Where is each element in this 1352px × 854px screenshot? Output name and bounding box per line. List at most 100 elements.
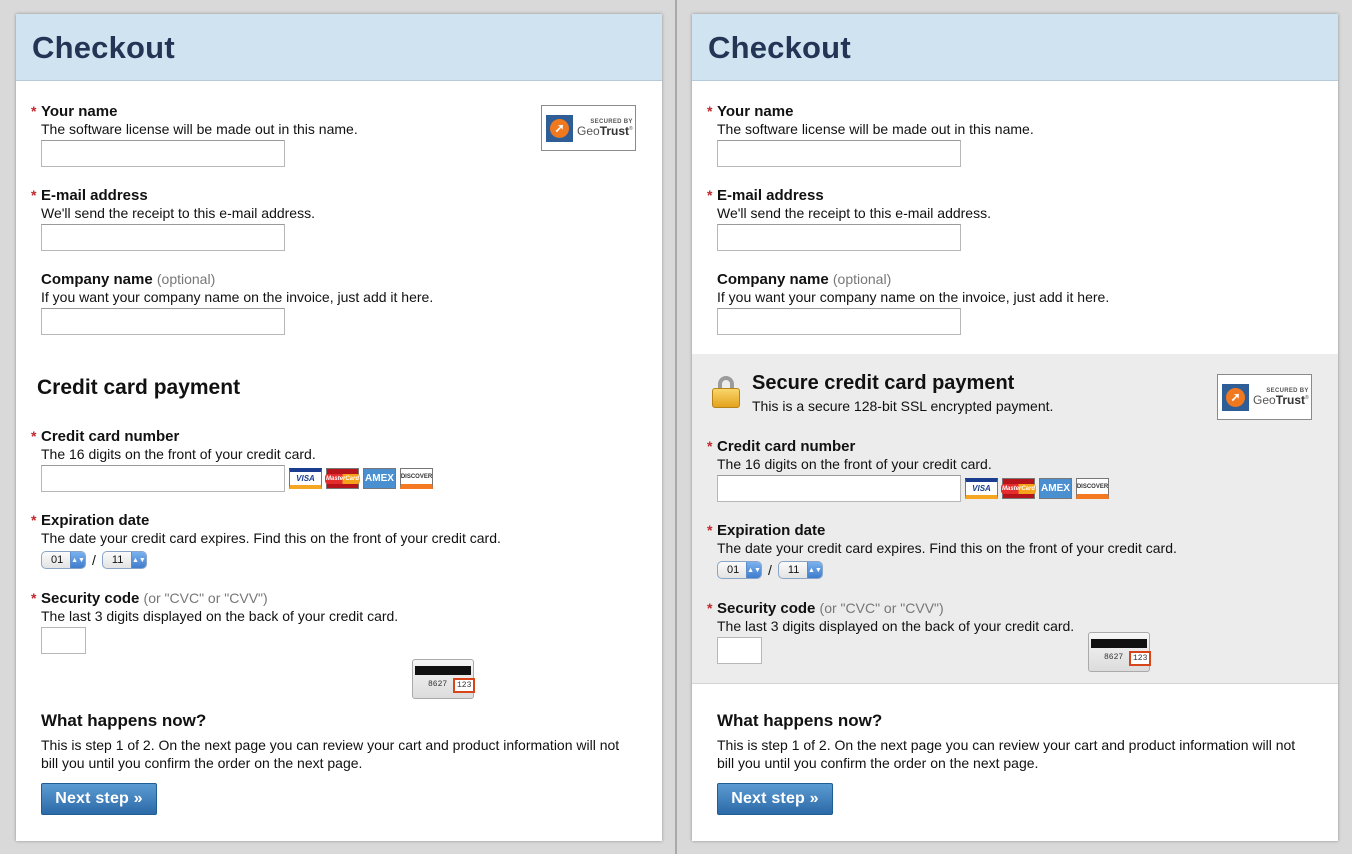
what-happens-section: What happens now? This is step 1 of 2. O…	[717, 711, 1297, 772]
geotrust-badge[interactable]: ➚ SECURED BY GeoTrust®	[541, 105, 636, 151]
select-arrows-icon: ▲▼	[130, 552, 146, 568]
visa-icon: VISA	[965, 478, 998, 499]
company-help: If you want your company name on the inv…	[41, 289, 434, 305]
select-arrows-icon: ▲▼	[746, 562, 761, 578]
date-separator: /	[768, 562, 772, 578]
expiration-field-group: * Expiration date The date your credit c…	[707, 522, 1177, 579]
mastercard-icon: MasterCard	[325, 468, 361, 489]
company-input[interactable]	[717, 308, 961, 335]
email-help: We'll send the receipt to this e-mail ad…	[41, 205, 315, 221]
what-happens-title: What happens now?	[717, 711, 883, 730]
amex-icon: AMEX	[1039, 478, 1072, 499]
name-help: The software license will be made out in…	[41, 121, 358, 137]
payment-section-title: Secure credit card payment	[752, 372, 1015, 394]
checkout-panel-improved: Checkout * Your name The software licens…	[692, 14, 1338, 841]
security-code-input[interactable]	[41, 627, 86, 654]
page-title: Checkout	[32, 30, 175, 65]
required-marker: *	[31, 512, 37, 528]
required-marker: *	[31, 428, 37, 444]
email-field-group: * E-mail address We'll send the receipt …	[31, 187, 315, 251]
required-marker: *	[31, 103, 37, 119]
expiration-month-select[interactable]: 01 ▲▼	[717, 561, 762, 579]
mastercard-icon: MasterCard	[1001, 478, 1037, 499]
geotrust-logo-icon: ➚	[546, 114, 573, 142]
what-happens-text: This is step 1 of 2. On the next page yo…	[41, 737, 620, 771]
email-input[interactable]	[717, 224, 961, 251]
name-label: Your name	[41, 103, 118, 120]
expiration-month-select[interactable]: 01 ▲▼	[41, 551, 86, 569]
what-happens-section: What happens now? This is step 1 of 2. O…	[41, 711, 621, 772]
select-arrows-icon: ▲▼	[70, 552, 85, 568]
payment-section-title: Credit card payment	[37, 376, 241, 399]
name-input[interactable]	[41, 140, 285, 167]
card-number-help: The 16 digits on the front of your credi…	[717, 456, 992, 472]
checkout-header: Checkout	[16, 14, 662, 81]
padlock-icon	[712, 376, 740, 408]
card-number-label: Credit card number	[717, 438, 856, 455]
security-label: Security code	[41, 590, 140, 607]
name-help: The software license will be made out in…	[717, 121, 1034, 137]
card-back-illustration-icon: 8627 123	[412, 659, 476, 699]
required-marker: *	[31, 187, 37, 203]
email-input[interactable]	[41, 224, 285, 251]
next-step-button[interactable]: Next step »	[41, 783, 157, 815]
email-help: We'll send the receipt to this e-mail ad…	[717, 205, 991, 221]
security-help: The last 3 digits displayed on the back …	[41, 608, 399, 624]
card-number-label: Credit card number	[41, 428, 180, 445]
badge-brand: GeoTrust®	[1253, 393, 1309, 407]
card-number-field-group: * Credit card number The 16 digits on th…	[707, 438, 1109, 502]
security-optional: (or "CVC" or "CVV")	[143, 590, 268, 606]
card-back-number: 8627	[1104, 653, 1124, 662]
company-optional: (optional)	[156, 271, 216, 287]
discover-icon: DISCOVER	[400, 468, 433, 489]
checkout-header: Checkout	[692, 14, 1338, 81]
email-field-group: * E-mail address We'll send the receipt …	[707, 187, 991, 251]
name-label: Your name	[717, 103, 794, 120]
expiration-field-group: * Expiration date The date your credit c…	[31, 512, 501, 569]
date-separator: /	[92, 552, 96, 568]
card-brand-logos: VISA MasterCard AMEX DISCOVER	[965, 478, 1109, 499]
card-brand-logos: VISA MasterCard AMEX DISCOVER	[289, 468, 433, 489]
security-help: The last 3 digits displayed on the back …	[717, 618, 1075, 634]
security-code-input[interactable]	[717, 637, 762, 664]
card-number-input[interactable]	[41, 465, 285, 492]
company-field-group: Company name (optional) If you want your…	[717, 271, 1109, 335]
expiration-year-select[interactable]: 11 ▲▼	[101, 551, 147, 569]
required-marker: *	[707, 522, 713, 538]
name-field-group: * Your name The software license will be…	[31, 103, 358, 167]
next-step-button[interactable]: Next step »	[717, 783, 833, 815]
geotrust-logo-icon: ➚	[1222, 383, 1249, 411]
what-happens-text: This is step 1 of 2. On the next page yo…	[717, 737, 1296, 771]
email-label: E-mail address	[41, 187, 148, 204]
card-number-help: The 16 digits on the front of your credi…	[41, 446, 316, 462]
email-label: E-mail address	[717, 187, 824, 204]
required-marker: *	[707, 103, 713, 119]
card-number-field-group: * Credit card number The 16 digits on th…	[31, 428, 433, 492]
company-help: If you want your company name on the inv…	[717, 289, 1110, 305]
secure-payment-heading: Secure credit card payment This is a sec…	[752, 372, 1053, 414]
panel-divider	[675, 0, 677, 854]
company-field-group: Company name (optional) If you want your…	[41, 271, 433, 335]
select-arrows-icon: ▲▼	[806, 562, 822, 578]
security-label-row: Security code (or "CVC" or "CVV")	[41, 590, 398, 607]
expiration-help: The date your credit card expires. Find …	[41, 530, 501, 546]
secure-payment-section: Secure credit card payment This is a sec…	[692, 354, 1338, 684]
discover-icon: DISCOVER	[1076, 478, 1109, 499]
name-input[interactable]	[717, 140, 961, 167]
security-label-row: Security code (or "CVC" or "CVV")	[717, 600, 1074, 617]
required-marker: *	[707, 438, 713, 454]
company-optional: (optional)	[832, 271, 892, 287]
badge-brand: GeoTrust®	[577, 124, 633, 138]
company-input[interactable]	[41, 308, 285, 335]
card-back-code: 123	[453, 678, 476, 693]
card-number-input[interactable]	[717, 475, 961, 502]
required-marker: *	[31, 590, 37, 606]
geotrust-badge[interactable]: ➚ SECURED BY GeoTrust®	[1217, 374, 1312, 420]
amex-icon: AMEX	[363, 468, 396, 489]
expiration-label: Expiration date	[41, 512, 150, 529]
expiration-year-select[interactable]: 11 ▲▼	[777, 561, 823, 579]
card-back-illustration-icon: 8627 123	[1088, 632, 1152, 672]
security-label: Security code	[717, 600, 816, 617]
security-code-field-group: * Security code (or "CVC" or "CVV") The …	[707, 600, 1075, 664]
company-label: Company name	[717, 271, 829, 288]
